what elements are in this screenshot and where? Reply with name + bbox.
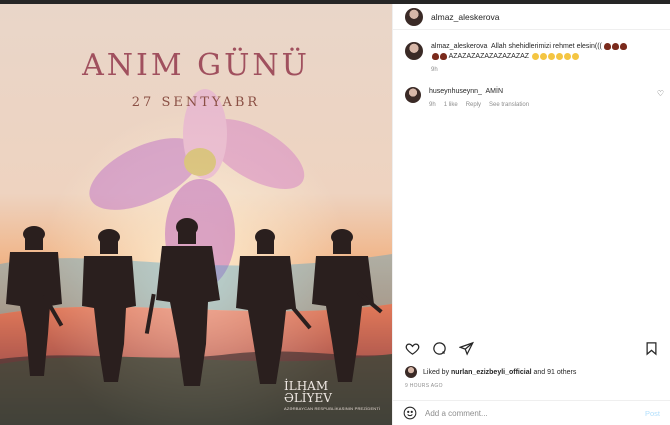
likes-summary: Liked by nurlan_ezizbeyli_official and 9… <box>405 366 576 378</box>
image-title: ANIM GÜNÜ <box>82 48 310 83</box>
post-modal: ANIM GÜNÜ 27 SENTYABR İLHAM ƏLİYEV AZƏRB… <box>0 4 670 425</box>
rose-emoji <box>439 52 447 60</box>
post-image: ANIM GÜNÜ 27 SENTYABR İLHAM ƏLİYEV AZƏRB… <box>0 4 392 425</box>
sad-emoji <box>555 52 563 60</box>
comment-body: almaz_aleskerova Allah shehidlerimizi re… <box>431 42 628 75</box>
comments-list: almaz_aleskerova Allah shehidlerimizi re… <box>405 42 664 122</box>
comment-text: Allah shehidlerimizi rehmet elesin((( <box>490 43 602 50</box>
action-bar <box>403 338 660 358</box>
sad-emoji <box>571 52 579 60</box>
post-sidebar: almaz_aleskerova almaz_aleskerova Allah … <box>392 4 670 425</box>
see-translation-link[interactable]: See translation <box>489 100 529 110</box>
send-icon[interactable] <box>457 339 475 357</box>
rose-emoji <box>620 42 628 50</box>
sad-emoji <box>539 52 547 60</box>
post-header: almaz_aleskerova <box>393 4 670 30</box>
comment-meta: 9h <box>431 65 628 75</box>
post-timestamp: 9 HOURS AGO <box>405 383 443 389</box>
comment-input[interactable]: Add a comment... <box>425 409 645 418</box>
heart-icon[interactable] <box>403 339 421 357</box>
sad-emoji <box>547 52 555 60</box>
comment-text-2: AZAZAZAZAZAZAZAZAZ <box>448 53 530 60</box>
image-date: 27 SENTYABR <box>131 95 261 110</box>
comment-time: 9h <box>431 67 438 73</box>
likes-prefix: Liked by <box>423 368 450 376</box>
comment-username[interactable]: almaz_aleskerova <box>431 43 487 50</box>
liker-avatar[interactable] <box>405 366 417 378</box>
signature-subtitle: AZƏRBAYCAN RESPUBLİKASININ PREZİDENTİ <box>284 406 381 411</box>
comment-like-icon[interactable]: ♡ <box>657 89 664 98</box>
comment-body: huseynhuseynn_ AMİN 9h 1 like Reply See … <box>429 87 529 110</box>
sad-emoji <box>563 52 571 60</box>
comment-meta: 9h 1 like Reply See translation <box>429 100 529 110</box>
likes-suffix[interactable]: and 91 others <box>534 369 577 376</box>
comment-likes[interactable]: 1 like <box>444 100 458 110</box>
smile-icon[interactable] <box>403 406 417 420</box>
post-comment-button[interactable]: Post <box>645 409 660 418</box>
reply-link[interactable]: Reply <box>466 100 481 110</box>
author-username[interactable]: almaz_aleskerova <box>431 12 500 22</box>
rose-emoji <box>431 52 439 60</box>
bookmark-icon[interactable] <box>642 339 660 357</box>
rose-emoji <box>604 42 612 50</box>
signature: İLHAM ƏLİYEV <box>284 379 332 405</box>
rose-emoji <box>612 42 620 50</box>
caption-comment: almaz_aleskerova Allah shehidlerimizi re… <box>405 42 662 75</box>
add-comment-bar: Add a comment... Post <box>393 400 670 425</box>
comment-username[interactable]: huseynhuseynn_ <box>429 88 482 95</box>
comment-text: AMİN <box>485 88 504 95</box>
comment-avatar[interactable] <box>405 42 423 60</box>
comment-time: 9h <box>429 102 436 108</box>
reply-comment: huseynhuseynn_ AMİN 9h 1 like Reply See … <box>405 87 664 110</box>
liker-username[interactable]: nurlan_ezizbeyli_official <box>451 369 532 376</box>
comment-avatar[interactable] <box>405 87 421 103</box>
comment-icon[interactable] <box>430 339 448 357</box>
sad-emoji <box>531 52 539 60</box>
author-avatar[interactable] <box>405 7 423 26</box>
